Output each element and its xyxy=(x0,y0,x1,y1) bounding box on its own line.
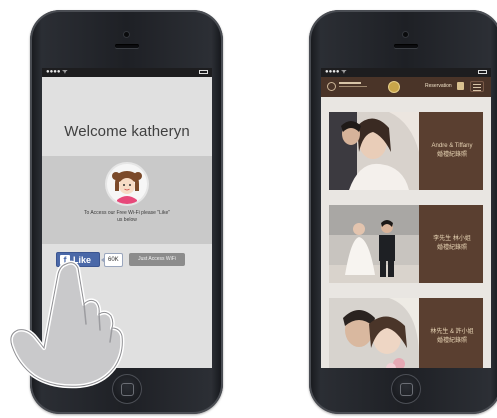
card-caption: 李先生 林小姐 婚禮紀錄照 xyxy=(421,205,483,283)
menu-icon[interactable] xyxy=(470,81,484,92)
earpiece-speaker xyxy=(114,44,139,48)
access-instructions: To Access our Free Wi-Fi please "Like" u… xyxy=(48,210,206,224)
logo-icon[interactable] xyxy=(327,82,336,91)
card-couple-names: 林先生 & 許小姐 xyxy=(430,329,474,335)
signal-indicator: ●●●● ᯤ xyxy=(46,69,68,75)
ring-icon[interactable] xyxy=(389,82,399,92)
avatar xyxy=(107,164,147,204)
card-couple-names: 李先生 林小姐 xyxy=(433,236,471,242)
gallery-card[interactable]: Andre & Tiffany 婚禮紀錄照 xyxy=(329,112,483,190)
battery-icon xyxy=(199,70,208,74)
access-instructions-line1: To Access our Free Wi-Fi please "Like" xyxy=(83,210,171,216)
logo-wordmark xyxy=(339,82,367,87)
card-subtitle: 婚禮紀錄照 xyxy=(436,152,467,158)
wedding-photo-3 xyxy=(329,298,419,368)
gallery-card[interactable]: 李先生 林小姐 婚禮紀錄照 xyxy=(329,205,483,283)
menu-line xyxy=(473,87,481,88)
profile-section: To Access our Free Wi-Fi please "Like" u… xyxy=(42,156,212,244)
card-subtitle: 婚禮紀錄照 xyxy=(436,338,467,344)
pointing-hand-icon xyxy=(8,260,125,389)
front-camera xyxy=(123,32,129,37)
just-access-wifi-button[interactable]: Just Access WiFi xyxy=(129,253,185,266)
welcome-title: Welcome katheryn xyxy=(64,123,190,140)
cartoon-girl-avatar-icon xyxy=(107,164,147,204)
menu-line xyxy=(473,84,481,85)
gallery-card[interactable]: 林先生 & 許小姐 婚禮紀錄照 xyxy=(329,298,483,368)
status-bar: ●●●● ᯤ xyxy=(321,68,491,77)
menu-line xyxy=(473,90,481,91)
card-couple-names: Andre & Tiffany xyxy=(431,143,473,149)
right-phone-screen: ●●●● ᯤ Reservation Andre & Tiffany 婚禮紀錄照… xyxy=(321,68,491,368)
card-subtitle: 婚禮紀錄照 xyxy=(436,245,467,251)
signal-indicator: ●●●● ᯤ xyxy=(325,69,347,75)
access-instructions-line2: us below xyxy=(117,217,137,223)
home-button xyxy=(390,374,421,404)
calendar-icon[interactable] xyxy=(457,82,464,90)
studio-logo-text xyxy=(339,81,379,90)
reservation-link[interactable]: Reservation xyxy=(425,83,452,89)
status-bar: ●●●● ᯤ xyxy=(42,68,212,77)
card-caption: Andre & Tiffany 婚禮紀錄照 xyxy=(421,112,483,190)
front-camera xyxy=(402,32,408,37)
app-header: Reservation xyxy=(321,77,491,97)
battery-icon xyxy=(478,70,487,74)
wedding-photo-1 xyxy=(329,112,419,190)
card-caption: 林先生 & 許小姐 婚禮紀錄照 xyxy=(421,298,483,368)
earpiece-speaker xyxy=(393,44,418,48)
wedding-photo-2 xyxy=(329,205,419,283)
right-phone: ●●●● ᯤ Reservation Andre & Tiffany 婚禮紀錄照… xyxy=(309,10,497,414)
